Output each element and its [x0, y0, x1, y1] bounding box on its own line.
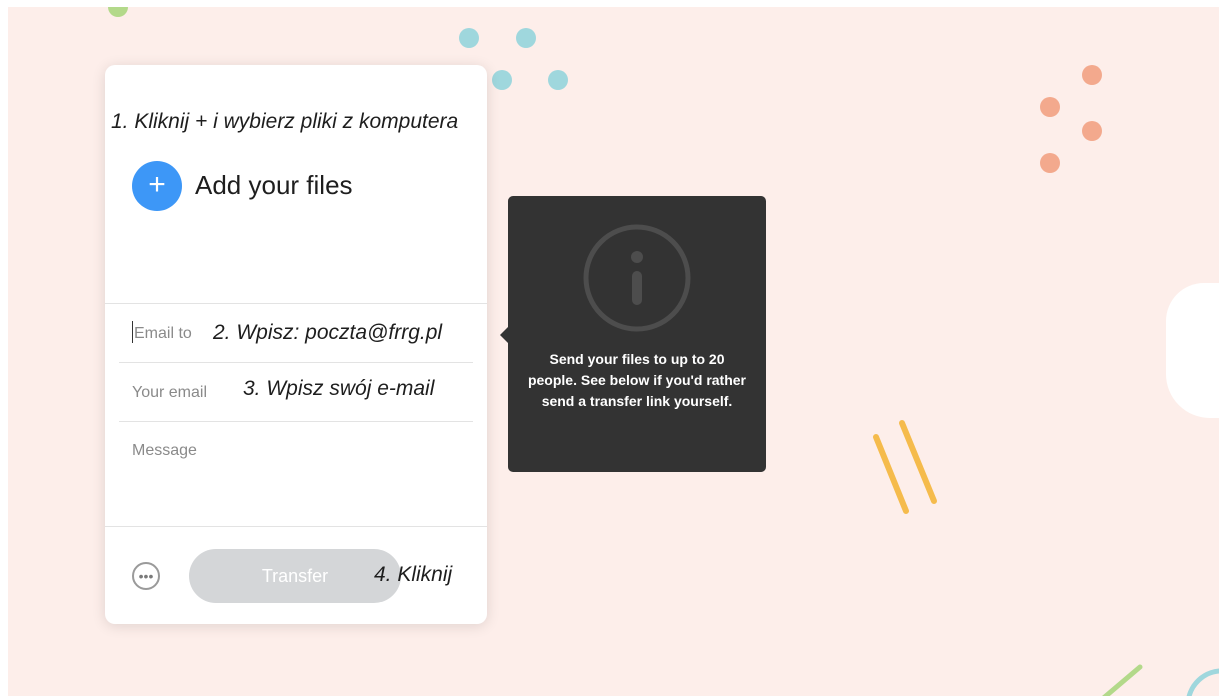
tooltip-message: Send your files to up to 20 people. See … [527, 351, 747, 409]
divider [105, 303, 487, 304]
step1-annotation: 1. Kliknij + i wybierz pliki z komputera [111, 110, 459, 133]
decor-dot [1040, 97, 1060, 117]
decor-dot [492, 70, 512, 90]
step3-annotation: 3. Wpisz swój e-mail [243, 377, 435, 400]
decor-dot [108, 7, 128, 17]
divider [119, 421, 473, 422]
transfer-panel: 1. Kliknij + i wybierz pliki z komputera… [105, 65, 487, 624]
decor-bottom-shapes [1102, 664, 1219, 696]
decor-dot [1082, 121, 1102, 141]
add-files-button[interactable]: + [132, 161, 182, 211]
add-files-label[interactable]: Add your files [195, 170, 353, 201]
decor-dot [1040, 153, 1060, 173]
decor-dot [459, 28, 479, 48]
decor-strokes [873, 420, 937, 514]
plus-icon: + [148, 168, 166, 201]
decor-dot [548, 70, 568, 90]
email-to-input[interactable]: Email to [134, 325, 192, 343]
your-email-input[interactable]: Your email [132, 384, 207, 402]
step4-annotation: 4. Kliknij [374, 563, 453, 586]
tooltip-arrow [500, 326, 509, 344]
more-options-button[interactable]: ••• [132, 562, 160, 590]
step2-annotation: 2. Wpisz: poczta@frrg.pl [213, 321, 443, 344]
info-tooltip: Send your files to up to 20 people. See … [500, 196, 766, 472]
divider [119, 362, 473, 363]
decor-dot [1082, 65, 1102, 85]
more-options-icon: ••• [138, 568, 154, 584]
transfer-button[interactable]: Transfer [189, 549, 401, 603]
info-icon [583, 224, 691, 332]
decor-dot [516, 28, 536, 48]
divider [105, 526, 487, 527]
message-input[interactable]: Message [132, 442, 197, 460]
decor-blob [1166, 283, 1219, 418]
text-cursor [132, 321, 133, 343]
